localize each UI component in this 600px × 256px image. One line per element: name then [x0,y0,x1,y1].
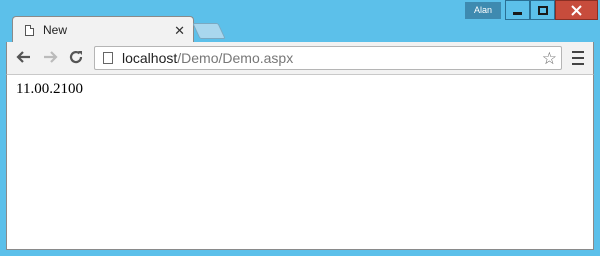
new-tab-button[interactable] [192,23,226,39]
maximize-button[interactable] [530,0,555,20]
user-profile-badge[interactable]: Alan [465,2,501,19]
close-window-icon [571,4,582,16]
arrow-left-icon[interactable] [15,49,33,67]
maximize-icon [537,5,548,15]
star-icon[interactable]: ☆ [542,50,557,67]
browser-window: Alan New ✕ localhost/Demo/Demo.aspx ☆ 11… [0,0,600,256]
arrow-right-icon[interactable] [41,49,59,67]
page-icon [103,52,113,64]
reload-icon[interactable] [67,49,85,67]
close-icon[interactable]: ✕ [174,23,185,38]
tab-new[interactable]: New ✕ [12,16,194,43]
close-window-button[interactable] [555,0,598,20]
minimize-icon [513,11,522,15]
browser-toolbar: localhost/Demo/Demo.aspx ☆ [6,42,594,74]
page-content: 11.00.2100 [6,74,594,250]
url-text[interactable]: localhost/Demo/Demo.aspx [122,50,542,66]
address-bar[interactable]: localhost/Demo/Demo.aspx ☆ [94,46,562,70]
minimize-button[interactable] [505,0,530,20]
url-host: localhost [122,50,178,66]
page-body-text: 11.00.2100 [16,81,83,97]
url-path: /Demo/Demo.aspx [177,50,294,66]
hamburger-menu-icon[interactable] [572,51,584,65]
tab-title: New [43,23,68,37]
page-icon [25,24,34,36]
